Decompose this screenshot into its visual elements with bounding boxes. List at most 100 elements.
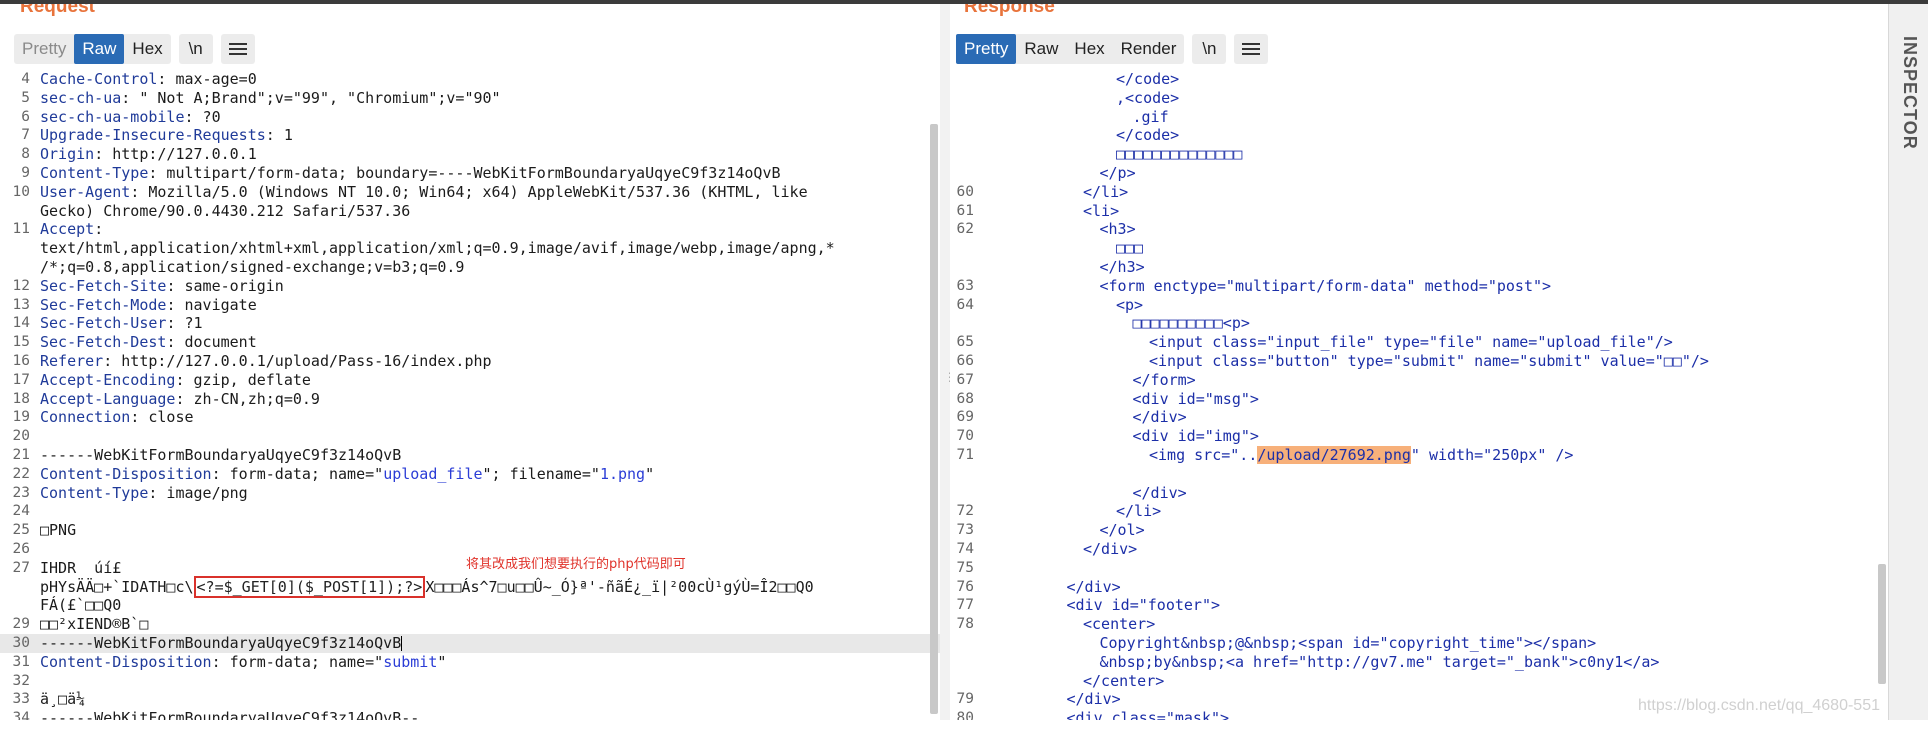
request-scrollbar[interactable]: [930, 124, 938, 714]
line-code: <p>: [984, 296, 1143, 315]
response-tab-render[interactable]: Render: [1113, 34, 1185, 64]
line-code: <img src="../upload/27692.png" width="25…: [984, 445, 1574, 465]
line-code: ------WebKitFormBoundaryaUqyeC9f3z14oQvB: [40, 446, 401, 465]
line-code: <div id="img">: [984, 427, 1259, 446]
header-value: multipart/form-data; boundary=----WebKit…: [157, 163, 781, 182]
header-value: IHDR úí£: [40, 558, 122, 577]
html-source: </code>: [1116, 126, 1180, 145]
header-name: User-Agent: [40, 182, 131, 201]
response-newline-toggle[interactable]: \n: [1192, 34, 1227, 64]
inspector-panel[interactable]: INSPECTOR: [1888, 4, 1928, 720]
response-view-tabs: Pretty Raw Hex Render \n: [956, 34, 1276, 64]
request-line: FÁ(£`□□Q0: [0, 596, 940, 615]
response-tab-hex[interactable]: Hex: [1066, 34, 1112, 64]
line-code: Sec-Fetch-Dest: document: [40, 333, 257, 352]
request-line: 34 ------WebKitFormBoundaryaUqyeC9f3z14oQ…: [0, 709, 940, 720]
line-number: 65: [956, 334, 974, 351]
line-code: </h3>: [984, 258, 1145, 277]
response-line: 69 </div>: [950, 408, 1888, 427]
line-number: 24: [12, 503, 30, 520]
request-tab-pretty[interactable]: Pretty: [14, 34, 74, 64]
line-code: Upgrade-Insecure-Requests: 1: [40, 126, 293, 145]
response-line: </code>: [950, 126, 1888, 145]
response-line: Copyright&nbsp;@&nbsp;<span id="copyrigh…: [950, 634, 1888, 653]
param-value: 1.png: [599, 464, 646, 483]
header-name: Content-Type: [40, 163, 149, 182]
response-line: 78 <center>: [950, 615, 1888, 634]
html-source: <div id="img">: [1132, 427, 1259, 446]
line-code: &nbsp;by&nbsp;<a href="http://gv7.me" ta…: [984, 653, 1660, 672]
response-scrollbar[interactable]: [1878, 564, 1886, 684]
line-code: FÁ(£`□□Q0: [40, 596, 121, 615]
line-code: </ol>: [984, 521, 1145, 540]
line-number: 67: [956, 371, 974, 388]
header-name: Referer: [40, 351, 104, 370]
line-code: text/html,application/xhtml+xml,applicat…: [40, 239, 835, 258]
response-editor[interactable]: </code> ,<code> .gif </code> □□□□□□□□□□□□□□ <…: [950, 70, 1888, 720]
line-number: 15: [12, 334, 30, 351]
response-line: 77 <div id="footer">: [950, 596, 1888, 615]
line-number: 14: [12, 315, 30, 332]
header-value: close: [139, 408, 194, 427]
header-name: Content-Disposition: [40, 464, 212, 483]
response-line: 62 <h3>: [950, 220, 1888, 239]
header-value: form-data; name=": [220, 464, 384, 483]
request-line: 31 Content-Disposition: form-data; name="…: [0, 653, 940, 672]
inspector-label: INSPECTOR: [1900, 36, 1920, 150]
line-code: Accept-Language: zh-CN,zh;q=0.9: [40, 389, 320, 408]
request-line: 9 Content-Type: multipart/form-data; boun…: [0, 164, 940, 183]
pane-divider[interactable]: [940, 4, 950, 720]
header-name: Cache-Control: [40, 70, 158, 88]
request-menu-button[interactable]: [220, 34, 255, 64]
response-line: </div>: [950, 484, 1888, 503]
header-value: pHYsÄÄ□+`IDATH□c\: [40, 577, 194, 596]
html-source: <li>: [1083, 201, 1120, 220]
request-line: 6 sec-ch-ua-mobile: ?0: [0, 108, 940, 127]
header-value: max-age=0: [166, 70, 257, 88]
response-tab-raw[interactable]: Raw: [1016, 34, 1066, 64]
html-source: <form enctype="multipart/form-data" meth…: [1099, 276, 1552, 295]
response-line: </p>: [950, 164, 1888, 183]
response-menu-button[interactable]: [1234, 34, 1269, 64]
request-tab-raw[interactable]: Raw: [74, 34, 125, 64]
request-line: 21 ------WebKitFormBoundaryaUqyeC9f3z14oQ…: [0, 446, 940, 465]
request-line: 10 User-Agent: Mozilla/5.0 (Windows NT 10…: [0, 183, 940, 202]
line-number: 18: [12, 390, 30, 407]
response-line: 74 </div>: [950, 540, 1888, 559]
line-code: </div>: [984, 408, 1187, 427]
header-value: http://127.0.0.1: [103, 145, 257, 164]
line-number: 71: [956, 446, 974, 463]
request-line: Gecko) Chrome/90.0.4430.212 Safari/537.3…: [0, 202, 940, 221]
line-number: 77: [956, 597, 974, 614]
line-code: </form>: [984, 371, 1196, 390]
request-line: 7 Upgrade-Insecure-Requests: 1: [0, 126, 940, 145]
line-code: Origin: http://127.0.0.1: [40, 145, 257, 164]
request-editor[interactable]: 4 Cache-Control: max-age=0 5 sec-ch-ua: " N…: [0, 70, 940, 720]
header-value: ": [437, 652, 447, 671]
request-line: 8 Origin: http://127.0.0.1: [0, 145, 940, 164]
response-tab-pretty[interactable]: Pretty: [956, 34, 1017, 64]
line-number: 75: [956, 559, 974, 576]
line-number: 73: [956, 522, 974, 539]
request-newline-toggle[interactable]: \n: [178, 34, 213, 64]
line-number: 6: [21, 108, 30, 125]
line-code: <li>: [984, 202, 1119, 221]
line-number: 26: [12, 540, 30, 557]
html-source: </h3>: [1099, 257, 1145, 276]
html-source: " width="250px" />: [1410, 445, 1574, 464]
header-name: Upgrade-Insecure-Requests: [40, 126, 266, 145]
request-line: 22 Content-Disposition: form-data; name="…: [0, 465, 940, 484]
line-code: □□□□□□□□□□□□□□: [984, 145, 1242, 164]
line-number: 72: [956, 503, 974, 520]
request-line: 17 Accept-Encoding: gzip, deflate: [0, 371, 940, 390]
annotation-note: 将其改成我们想要执行的php代码即可: [466, 557, 686, 572]
line-number: 16: [12, 352, 30, 369]
header-name: Sec-Fetch-Site: [40, 276, 167, 295]
hamburger-menu-icon: [228, 43, 247, 55]
header-value: " Not A;Brand";v="99", "Chromium";v="90": [130, 88, 501, 107]
header-value: □PNG: [40, 521, 77, 540]
hamburger-menu-icon: [1242, 43, 1261, 55]
response-line: [950, 465, 1888, 484]
request-tab-hex[interactable]: Hex: [124, 34, 170, 64]
request-line: 24: [0, 502, 940, 521]
